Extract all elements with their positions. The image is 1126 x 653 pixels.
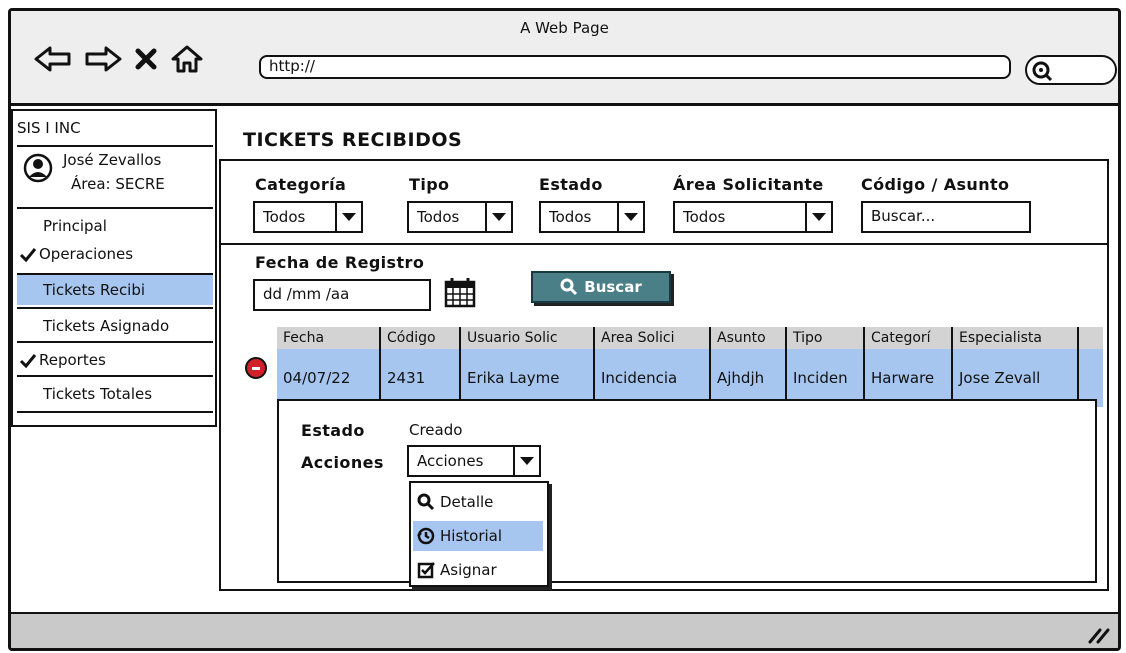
fecha-input[interactable]: dd /mm /aa — [253, 279, 431, 311]
filter-label-tipo: Tipo — [409, 175, 450, 194]
detail-estado-label: Estado — [301, 421, 365, 440]
sidebar-item-label: Reportes — [39, 351, 106, 369]
filter-label-estado: Estado — [539, 175, 603, 194]
resize-grip-icon[interactable] — [1086, 624, 1110, 644]
estado-select[interactable]: Todos — [539, 201, 645, 233]
select-value: Acciones — [417, 452, 484, 470]
checkbox-icon — [417, 562, 435, 579]
sidebar-divider — [17, 411, 213, 413]
search-icon — [417, 493, 435, 511]
sidebar-item-tickets-recibidos[interactable]: Tickets Recibi — [17, 275, 213, 305]
column-header-asunto[interactable]: Asunto — [711, 327, 787, 349]
column-header-tipo[interactable]: Tipo — [787, 327, 865, 349]
select-value: Todos — [263, 208, 306, 226]
buscar-button[interactable]: Buscar — [531, 271, 671, 303]
filter-label-area: Área Solicitante — [673, 175, 824, 194]
browser-titlebar: A Web Page http:// — [11, 11, 1118, 106]
user-name: José Zevallos — [63, 151, 162, 169]
home-icon[interactable] — [167, 41, 207, 77]
sidebar-item-operaciones[interactable]: Operaciones — [17, 245, 213, 263]
column-header-area[interactable]: Area Solici — [595, 327, 711, 349]
codigo-search-input[interactable]: Buscar... — [861, 201, 1031, 233]
area-select[interactable]: Todos — [673, 201, 833, 233]
detail-acciones-label: Acciones — [301, 453, 384, 472]
select-value: Todos — [549, 208, 592, 226]
checkmark-icon — [19, 354, 37, 369]
page-title: TICKETS RECIBIDOS — [243, 129, 463, 151]
sidebar-item-tickets-asignados[interactable]: Tickets Asignado — [17, 317, 213, 335]
sidebar-item-tickets-totales[interactable]: Tickets Totales — [17, 385, 213, 403]
menu-item-label: Asignar — [440, 561, 497, 579]
tickets-panel: Categoría Todos Tipo Todos Estado Todos … — [219, 159, 1109, 591]
search-icon — [1032, 61, 1053, 82]
calendar-icon[interactable] — [443, 275, 477, 309]
detail-estado-value: Creado — [409, 421, 463, 439]
chevron-down-icon — [617, 203, 643, 231]
filter-label-fecha: Fecha de Registro — [255, 253, 425, 272]
browser-search-field[interactable] — [1025, 55, 1117, 85]
window-title: A Web Page — [520, 19, 609, 37]
sidebar-item-reportes[interactable]: Reportes — [17, 351, 213, 369]
collapse-row-icon[interactable] — [245, 357, 267, 379]
sidebar-user: José Zevallos Área: SECRE — [17, 151, 213, 203]
browser-window: A Web Page http:// SIS I INC José Zevall… — [8, 8, 1121, 651]
column-header-codigo[interactable]: Código — [381, 327, 461, 349]
sidebar-item-principal[interactable]: Principal — [17, 217, 213, 235]
search-icon — [560, 278, 578, 296]
sidebar-divider — [17, 375, 213, 377]
menu-item-detalle[interactable]: Detalle — [413, 487, 543, 517]
sidebar: SIS I INC José Zevallos Área: SECRE Prin… — [11, 109, 217, 427]
stop-icon[interactable] — [131, 41, 161, 77]
categoria-select[interactable]: Todos — [253, 201, 363, 233]
sidebar-divider — [17, 207, 213, 209]
column-header-categoria[interactable]: Categorí — [865, 327, 953, 349]
menu-item-label: Historial — [440, 527, 503, 545]
column-header-especialista[interactable]: Especialista — [953, 327, 1079, 349]
history-icon — [417, 527, 435, 545]
back-icon[interactable] — [31, 41, 75, 77]
menu-item-historial[interactable]: Historial — [413, 521, 543, 551]
select-value: Todos — [683, 208, 726, 226]
column-header-usuario[interactable]: Usuario Solic — [461, 327, 595, 349]
chevron-down-icon — [485, 203, 511, 231]
url-input[interactable]: http:// — [259, 55, 1011, 79]
checkmark-icon — [19, 248, 37, 263]
panel-divider — [221, 243, 1107, 245]
sidebar-divider — [17, 145, 213, 147]
chevron-down-icon — [513, 447, 539, 475]
menu-item-asignar[interactable]: Asignar — [413, 555, 543, 585]
forward-icon[interactable] — [81, 41, 125, 77]
acciones-select[interactable]: Acciones — [407, 445, 541, 477]
buscar-button-label: Buscar — [584, 278, 642, 296]
chevron-down-icon — [335, 203, 361, 231]
chevron-down-icon — [805, 203, 831, 231]
filter-label-codigo: Código / Asunto — [861, 175, 1010, 194]
acciones-dropdown-menu: Detalle Historial Asignar — [409, 481, 549, 587]
user-area: Área: SECRE — [71, 175, 165, 193]
tipo-select[interactable]: Todos — [407, 201, 513, 233]
filter-label-categoria: Categoría — [255, 175, 347, 194]
column-header-fecha[interactable]: Fecha — [277, 327, 381, 349]
select-value: Todos — [417, 208, 460, 226]
ticket-detail-panel: Estado Creado Acciones Acciones Detalle … — [277, 399, 1097, 587]
sidebar-app-name: SIS I INC — [17, 119, 81, 137]
status-bar — [11, 612, 1118, 648]
sidebar-divider — [17, 341, 213, 343]
user-avatar-icon — [23, 153, 53, 183]
menu-item-label: Detalle — [440, 493, 494, 511]
sidebar-divider — [17, 273, 213, 275]
sidebar-item-label: Operaciones — [39, 245, 134, 263]
table-header-row: Fecha Código Usuario Solic Area Solici A… — [277, 327, 1103, 349]
sidebar-divider — [17, 307, 213, 309]
